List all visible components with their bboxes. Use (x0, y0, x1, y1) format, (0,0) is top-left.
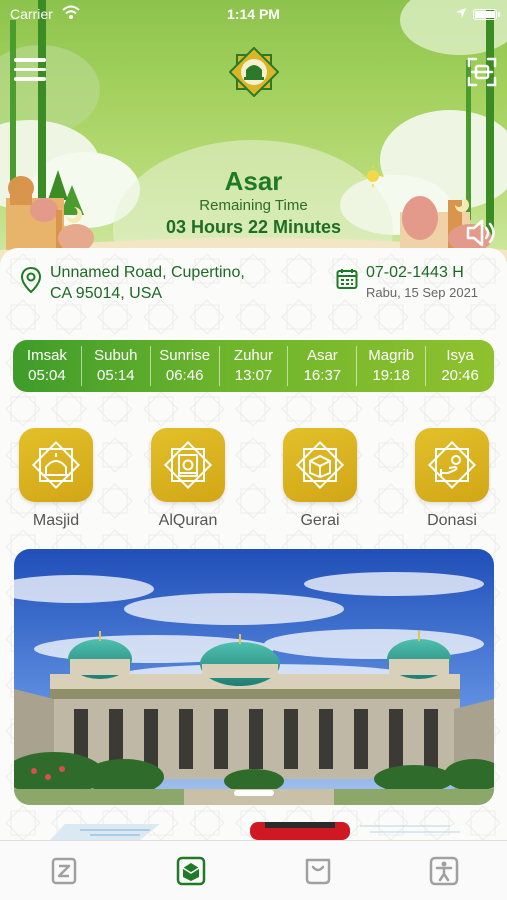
prayer-time-imsak: Imsak 05:04 (13, 346, 82, 386)
next-banner-preview (50, 822, 460, 840)
carousel-active-dot (234, 790, 274, 796)
gregorian-date: Rabu, 15 Sep 2021 (366, 285, 479, 300)
battery-icon (473, 9, 500, 20)
app-logo-icon (229, 47, 279, 97)
hamburger-menu-button[interactable] (14, 58, 46, 86)
donation-icon (427, 440, 477, 490)
remaining-time-label: Remaining Time (199, 197, 308, 214)
prayer-times-bar: Imsak 05:04 Subuh 05:14 Sunrise 06:46 Zu… (13, 340, 494, 392)
prayer-time-zuhur: Zuhur 13:07 (220, 346, 289, 386)
prayer-time-asar: Asar 16:37 (288, 346, 358, 386)
prayer-name: Zuhur (233, 347, 274, 364)
menu-item-alquran[interactable]: AlQuran (133, 428, 243, 530)
prayer-name: Subuh (94, 347, 138, 364)
prayer-time-magrib: Magrib 19:18 (357, 346, 427, 386)
zakat-icon[interactable] (48, 855, 80, 887)
menu-item-masjid[interactable]: Masjid (1, 428, 111, 530)
prayer-time: 06:46 (165, 367, 204, 384)
kaaba-icon (295, 440, 345, 490)
current-prayer-name: Asar (224, 166, 283, 196)
prayer-time: 19:18 (372, 367, 410, 384)
prayer-name: Imsak (26, 347, 67, 364)
location-pin-icon (20, 266, 42, 294)
status-bar: Carrier 1:14 PM (0, 5, 507, 25)
prayer-time: 13:07 (234, 367, 273, 384)
mosque-icon (31, 440, 81, 490)
prayer-time: 05:14 (97, 367, 135, 384)
prayer-name: Magrib (368, 347, 415, 364)
prayer-time-sunrise: Sunrise 06:46 (151, 346, 220, 386)
menu-line (14, 67, 46, 71)
hijri-date: 07-02-1443 H (366, 264, 464, 281)
speaker-icon[interactable] (465, 218, 497, 248)
header-banner: Carrier 1:14 PM Asar Remaining Time 03 H… (0, 0, 507, 262)
feature-menu: Masjid AlQuran Gerai Donasi (0, 428, 507, 538)
menu-item-gerai[interactable]: Gerai (265, 428, 375, 530)
menu-label: Donasi (427, 512, 477, 529)
quran-icon (163, 440, 213, 490)
calendar-icon (336, 269, 358, 289)
menu-item-donasi[interactable]: Donasi (397, 428, 507, 530)
home-icon[interactable] (175, 855, 207, 887)
prayer-name: Asar (306, 347, 338, 364)
main-content: Unnamed Road, Cupertino, CA 95014, USA 0… (0, 248, 507, 840)
carousel-pagination (14, 783, 494, 801)
menu-label: AlQuran (158, 512, 218, 529)
address-line-2: CA 95014, USA (50, 285, 163, 302)
promo-banner-carousel[interactable] (14, 549, 494, 805)
prayer-time-isya: Isya 20:46 (426, 346, 494, 386)
mosque-banner-image (14, 549, 494, 805)
prayer-name: Isya (446, 347, 474, 364)
prayer-time-subuh: Subuh 05:14 (82, 346, 151, 386)
prayer-name: Sunrise (159, 347, 211, 364)
menu-tile (151, 428, 225, 502)
menu-line (14, 58, 46, 62)
address-line-1: Unnamed Road, Cupertino, (50, 264, 245, 281)
profile-icon[interactable] (428, 855, 460, 887)
menu-tile (19, 428, 93, 502)
address-text: Unnamed Road, Cupertino, CA 95014, USA (50, 262, 310, 304)
bottom-tab-bar (0, 840, 507, 900)
menu-label: Masjid (32, 512, 80, 529)
prayer-time: 16:37 (303, 367, 342, 384)
menu-tile (415, 428, 489, 502)
menu-tile (283, 428, 357, 502)
menu-label: Gerai (300, 512, 340, 529)
location-arrow-icon (456, 8, 466, 18)
bag-icon[interactable] (302, 855, 334, 887)
prayer-time: 20:46 (441, 367, 479, 384)
qr-scan-icon[interactable] (467, 57, 497, 87)
status-time: 1:14 PM (227, 6, 280, 22)
current-prayer-panel: Asar Remaining Time 03 Hours 22 Minutes (0, 166, 507, 238)
prayer-time: 05:04 (28, 367, 66, 384)
remaining-time-value: 03 Hours 22 Minutes (165, 217, 342, 237)
menu-line (14, 77, 46, 81)
